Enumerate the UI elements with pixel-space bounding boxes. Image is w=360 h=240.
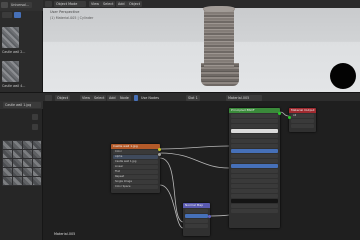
image-texture-row-alpha[interactable]: Alpha (113, 155, 158, 159)
bsdf-output-socket[interactable] (278, 112, 281, 115)
image-texture-row-projection[interactable]: Flat (113, 170, 158, 174)
normal-row (185, 209, 208, 213)
material-output-node[interactable]: Material Output All (288, 108, 316, 132)
bsdf-row (231, 179, 278, 183)
output-socket[interactable] (158, 148, 161, 151)
image-texture-node[interactable]: Castle wall 1.jpg Color Alpha Castle wal… (111, 144, 161, 193)
bsdf-row (231, 144, 278, 148)
material-output-target[interactable]: All (291, 114, 314, 118)
link-color (159, 145, 230, 150)
link-vector (159, 184, 184, 229)
emission-color-field[interactable] (231, 199, 278, 203)
bsdf-row (231, 184, 278, 188)
principled-bsdf-title: Principled BSDF (229, 108, 280, 113)
image-texture-row-image[interactable]: Castle wall 1.jpg (113, 160, 158, 164)
bsdf-row (231, 174, 278, 178)
image-texture-row-source[interactable]: Single Image (113, 180, 158, 184)
image-texture-row-extension[interactable]: Repeat (113, 175, 158, 179)
bsdf-row (231, 204, 278, 208)
bsdf-row (231, 159, 278, 163)
normal-row (185, 224, 208, 228)
bsdf-row (231, 114, 278, 118)
bsdf-row (231, 119, 278, 123)
material-footer-label: Material.005 (54, 232, 76, 236)
normal-output-socket[interactable] (208, 215, 211, 218)
bsdf-slider[interactable] (231, 164, 278, 168)
output-socket[interactable] (158, 153, 161, 156)
normal-map-node[interactable]: Normal Map (183, 203, 211, 236)
image-texture-row-interp[interactable]: Linear (113, 165, 158, 169)
strength-slider[interactable] (185, 214, 208, 218)
output-row (291, 124, 314, 128)
bsdf-row (231, 194, 278, 198)
link-height (159, 157, 184, 223)
bsdf-row (231, 209, 278, 213)
bsdf-row (231, 169, 278, 173)
link-normal (209, 214, 230, 217)
bsdf-slider[interactable] (231, 149, 278, 153)
principled-bsdf-node[interactable]: Principled BSDF (229, 108, 281, 228)
bsdf-row (231, 154, 278, 158)
output-row (291, 119, 314, 123)
base-color-field[interactable] (231, 129, 278, 133)
bsdf-row (231, 139, 278, 143)
link-alpha (159, 152, 230, 169)
normal-row (185, 219, 208, 223)
image-texture-row-color: Color (113, 150, 158, 154)
image-texture-node-title: Castle wall 1.jpg (111, 144, 160, 149)
bsdf-row (231, 124, 278, 128)
bsdf-row (231, 134, 278, 138)
normal-map-title: Normal Map (183, 203, 210, 208)
material-output-title: Material Output (289, 108, 316, 113)
bsdf-row (231, 189, 278, 193)
surface-input-socket[interactable] (288, 116, 291, 119)
image-texture-row-colorspace[interactable]: Color Space (113, 185, 158, 189)
